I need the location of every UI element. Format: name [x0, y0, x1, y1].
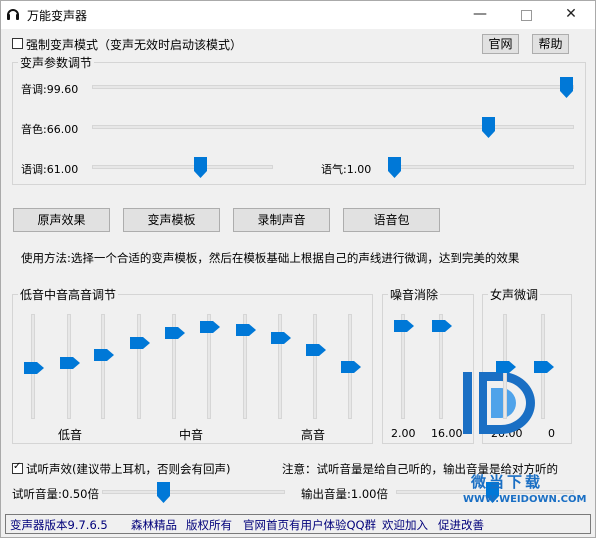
- eq-mid-label: 中音: [179, 428, 204, 442]
- minimize-icon[interactable]: —: [460, 1, 500, 29]
- noise-thumb-1[interactable]: [394, 320, 414, 332]
- force-mode-checkbox[interactable]: [12, 38, 23, 49]
- eq-slider-8[interactable]: [278, 314, 282, 419]
- eq-thumb-3[interactable]: [94, 349, 114, 361]
- help-button[interactable]: 帮助: [532, 34, 569, 54]
- tone-thumb[interactable]: [194, 157, 207, 178]
- tone-slider[interactable]: [92, 165, 273, 169]
- eq-slider-4[interactable]: [137, 314, 141, 419]
- noise-left-value: 2.00: [391, 427, 416, 440]
- listen-volume-thumb[interactable]: [157, 482, 170, 503]
- watermark-text: 微当下载: [471, 473, 544, 491]
- mood-label: 语气:1.00: [321, 163, 372, 176]
- tone-label: 语调:61.00: [21, 163, 79, 176]
- noise-right-value: 16.00: [431, 427, 463, 440]
- footer-welcome: 欢迎加入: [382, 518, 428, 532]
- timbre-label: 音色:66.00: [21, 123, 79, 136]
- pitch-label: 音调:99.60: [21, 83, 79, 96]
- footer-studio-link[interactable]: 森林精品: [131, 517, 177, 533]
- monitor-checkbox[interactable]: ✓: [12, 461, 23, 474]
- female-group-title: 女声微调: [488, 286, 541, 303]
- headphones-icon: [7, 9, 19, 20]
- output-volume-label: 输出音量:1.00倍: [301, 487, 388, 501]
- pitch-slider[interactable]: [92, 85, 574, 89]
- close-icon[interactable]: ✕: [551, 1, 591, 29]
- official-site-button[interactable]: 官网: [482, 34, 519, 54]
- eq-thumb-4[interactable]: [130, 337, 150, 349]
- pitch-thumb[interactable]: [560, 77, 573, 98]
- female-thumb-1[interactable]: [496, 361, 516, 373]
- eq-slider-9[interactable]: [313, 314, 317, 419]
- window-title: 万能变声器: [27, 9, 88, 23]
- noise-thumb-2[interactable]: [432, 320, 452, 332]
- record-voice-button[interactable]: 录制声音: [233, 208, 330, 232]
- usage-text: 使用方法:选择一个合适的变声模板，然后在模板基础上根据自己的声线进行微调，达到完…: [21, 251, 520, 265]
- footer-version: 变声器版本9.7.6.5: [10, 518, 108, 532]
- watermark-url: WWW.WEIDOWN.COM: [463, 494, 587, 505]
- timbre-slider[interactable]: [92, 125, 574, 129]
- eq-thumb-1[interactable]: [24, 362, 44, 374]
- timbre-thumb[interactable]: [482, 117, 495, 138]
- footer-improve-link[interactable]: 促进改善: [438, 517, 484, 533]
- eq-thumb-6[interactable]: [200, 321, 220, 333]
- force-mode-label: 强制变声模式（变声无效时启动该模式）: [26, 38, 243, 52]
- eq-thumb-2[interactable]: [60, 357, 80, 369]
- eq-thumb-5[interactable]: [165, 327, 185, 339]
- listen-volume-label: 试听音量:0.50倍: [12, 487, 99, 501]
- eq-slider-3[interactable]: [101, 314, 105, 419]
- footer-rights: 版权所有: [186, 518, 232, 532]
- eq-group-title: 低音中音高音调节: [18, 286, 119, 303]
- mood-thumb[interactable]: [388, 157, 401, 178]
- eq-thumb-9[interactable]: [306, 344, 326, 356]
- voice-template-button[interactable]: 变声模板: [123, 208, 220, 232]
- eq-thumb-10[interactable]: [341, 361, 361, 373]
- footer-bar: 变声器版本9.7.6.5 森林精品 版权所有 官网首页有用户体验QQ群 欢迎加入…: [5, 514, 591, 534]
- eq-low-label: 低音: [58, 428, 83, 442]
- mood-slider[interactable]: [391, 165, 574, 169]
- eq-thumb-8[interactable]: [271, 332, 291, 344]
- eq-high-label: 高音: [301, 428, 326, 442]
- title-bar: 万能变声器 — ✕: [1, 1, 595, 29]
- maximize-icon[interactable]: [506, 1, 546, 29]
- main-window: 万能变声器 — ✕ 强制变声模式（变声无效时启动该模式） 官网 帮助 变声参数调…: [0, 0, 596, 538]
- original-voice-button[interactable]: 原声效果: [13, 208, 110, 232]
- eq-thumb-7[interactable]: [236, 324, 256, 336]
- voice-pack-button[interactable]: 语音包: [343, 208, 440, 232]
- footer-group-link[interactable]: 官网首页有用户体验QQ群: [243, 517, 376, 533]
- noise-group-title: 噪音消除: [388, 286, 441, 303]
- female-thumb-2[interactable]: [534, 361, 554, 373]
- monitor-label: 试听声效(建议带上耳机，否则会有回声): [26, 462, 231, 476]
- listen-volume-slider[interactable]: [102, 490, 285, 494]
- params-group-title: 变声参数调节: [18, 54, 95, 71]
